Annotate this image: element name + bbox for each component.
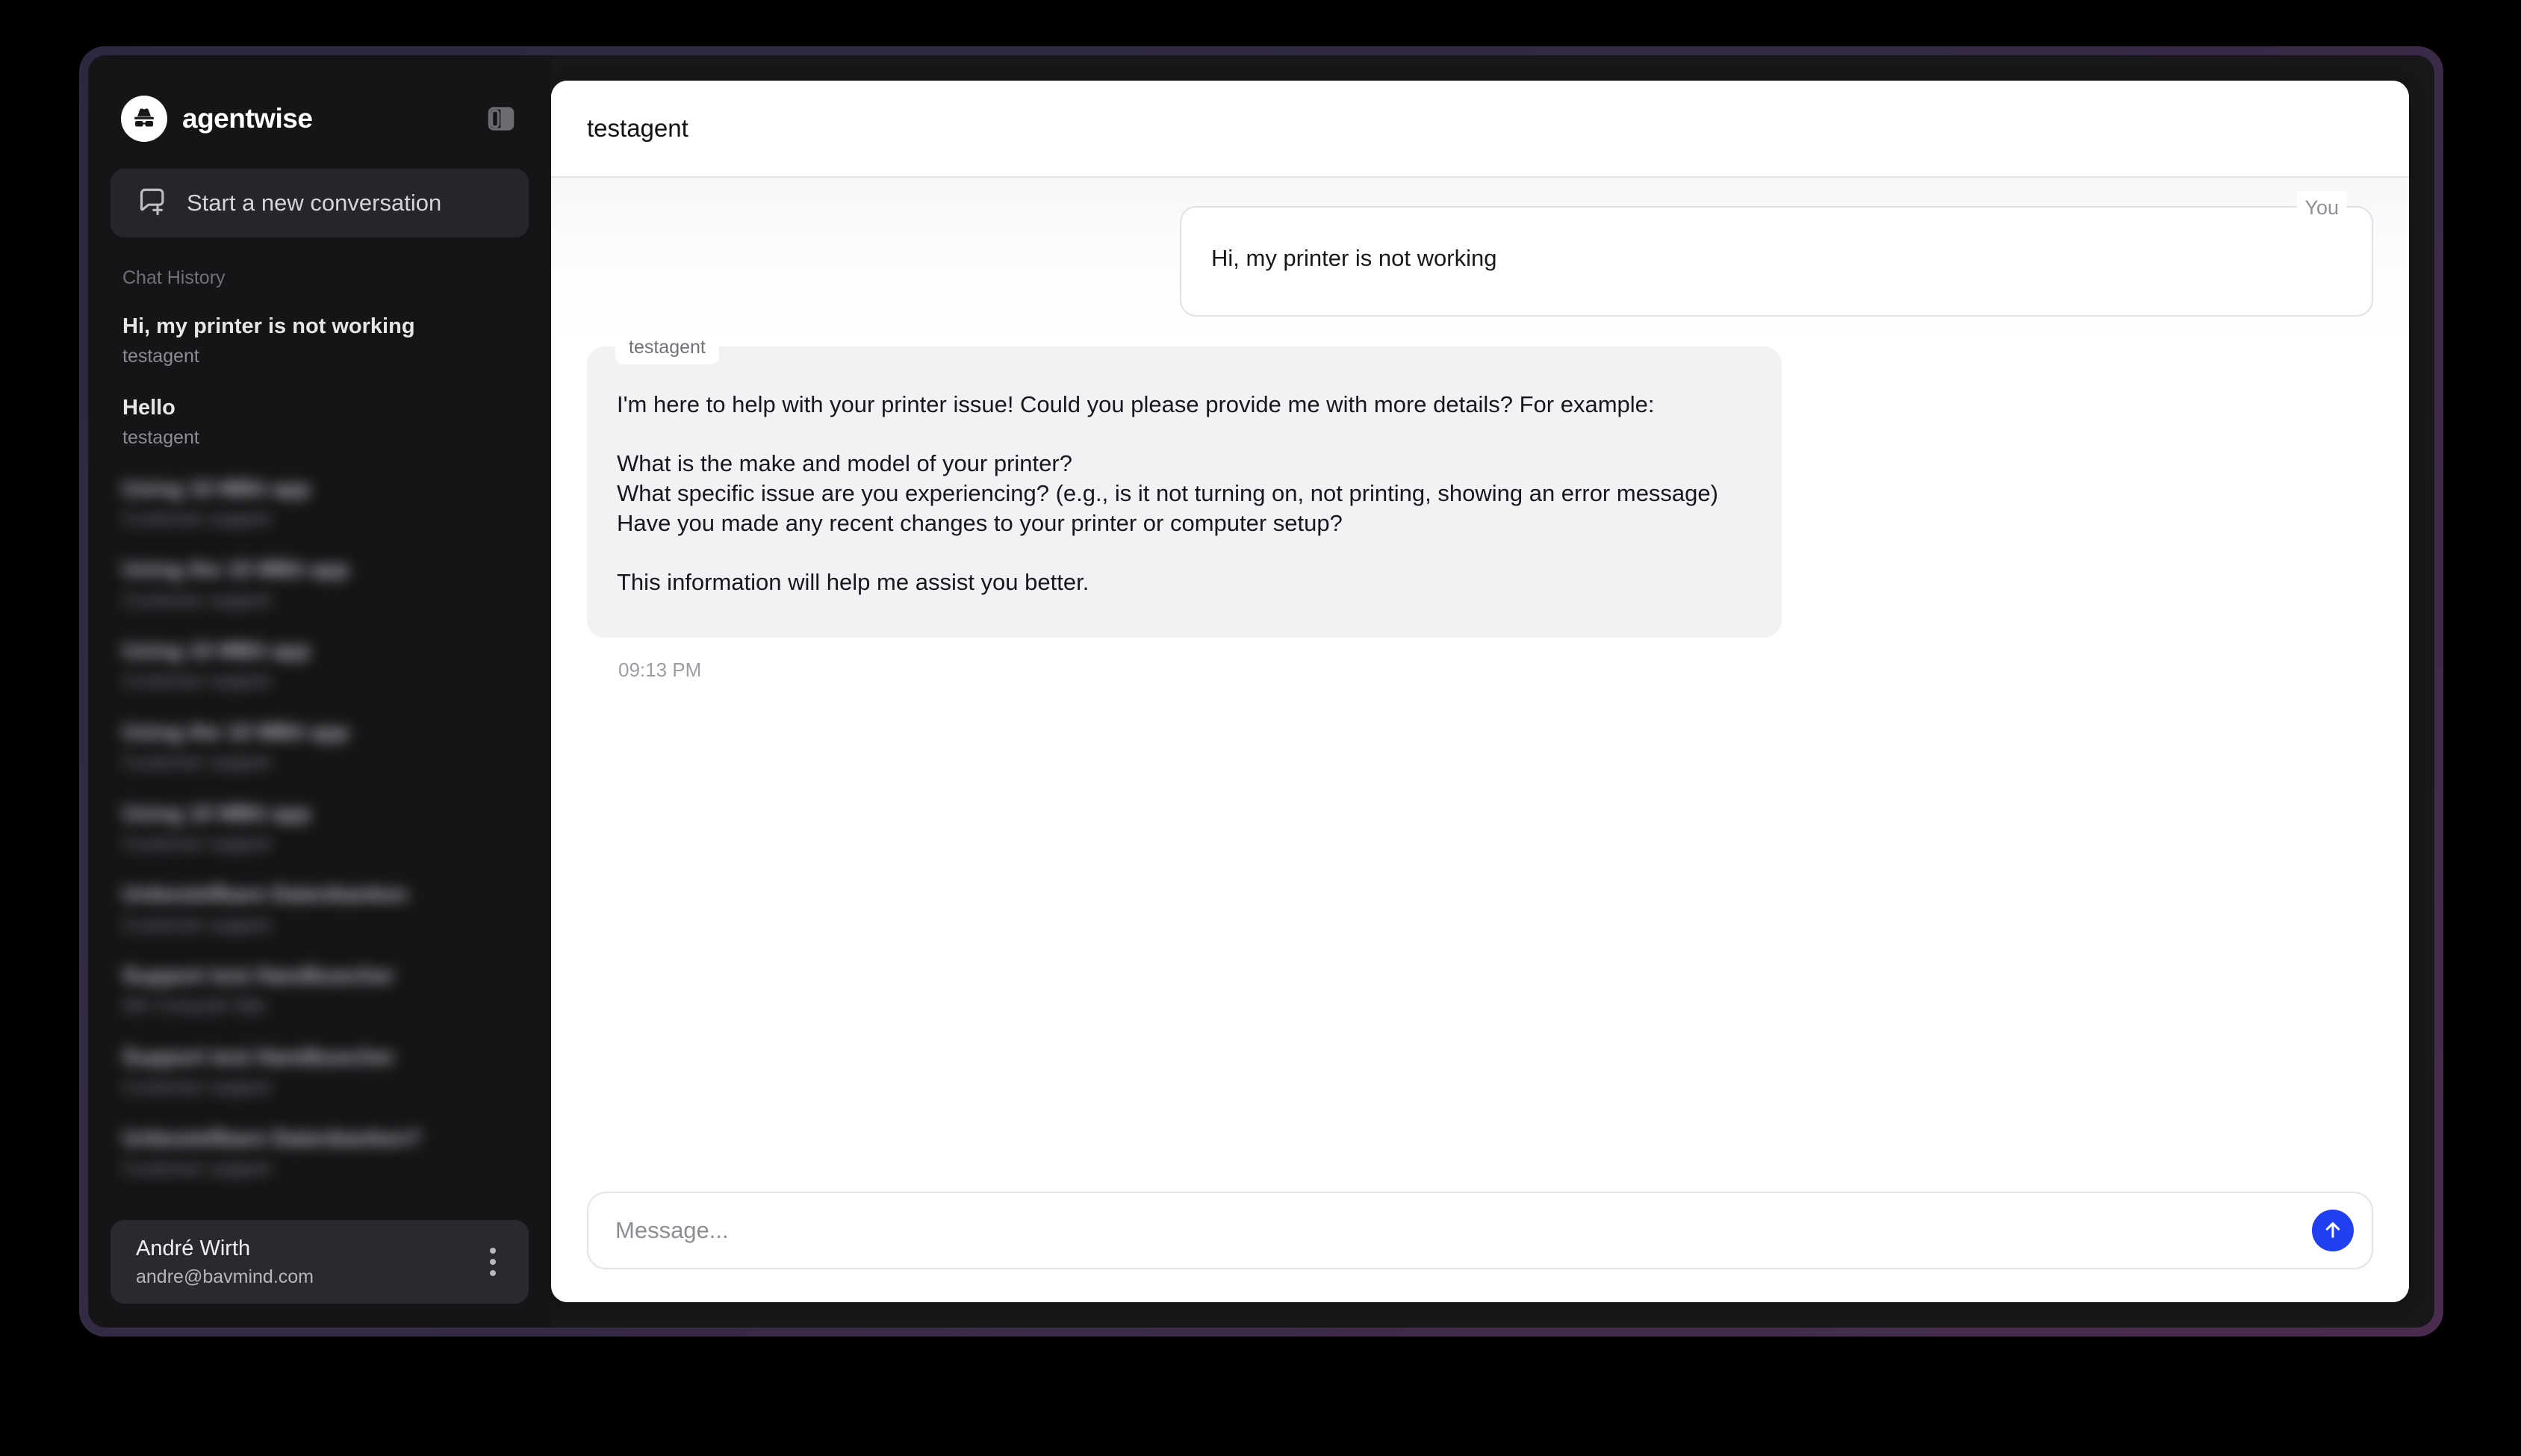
chat-history-item-title: Using the 10 MBit app xyxy=(122,720,349,744)
brand[interactable]: agentwise xyxy=(121,96,313,142)
user-name: André Wirth xyxy=(136,1236,251,1260)
chat-history-item-subtitle: Customer support xyxy=(122,1077,271,1098)
chat-history-item-subtitle: testagent xyxy=(122,346,199,367)
sidebar-header: agentwise xyxy=(88,55,551,164)
app-window-body: agentwise Start a new conversation Chat … xyxy=(88,55,2434,1328)
composer-box[interactable] xyxy=(587,1192,2373,1269)
message-input[interactable] xyxy=(615,1217,2282,1244)
message-list: You Hi, my printer is not working testag… xyxy=(551,178,2409,1175)
sidebar: agentwise Start a new conversation Chat … xyxy=(88,55,551,1328)
chat-history-item-title: Unbestellbare Datenbanken xyxy=(122,883,408,907)
chat-history-item-title: Using 10 MBit app xyxy=(122,801,311,826)
chat-history-item-title: Support test Handbuecher xyxy=(122,1045,395,1069)
agent-message-wrapper: testagent I'm here to help with your pri… xyxy=(587,330,1782,682)
user-profile-card[interactable]: André Wirth andre@bavmind.com xyxy=(111,1220,529,1304)
chat-history-item-title: Support test Handbuecher xyxy=(122,964,395,988)
incognito-avatar-icon xyxy=(121,96,167,142)
kebab-dot xyxy=(490,1259,496,1265)
message-row-agent: testagent I'm here to help with your pri… xyxy=(587,330,2373,682)
user-message-bubble[interactable]: You Hi, my printer is not working xyxy=(1180,191,2373,317)
chat-history-item-title: Hello xyxy=(122,395,175,420)
user-email: andre@bavmind.com xyxy=(136,1266,314,1287)
chat-history-item[interactable]: Using the 10 MBit app Customer support xyxy=(122,709,517,790)
agent-message-bubble[interactable]: testagent I'm here to help with your pri… xyxy=(587,330,1782,638)
chat-history-item-title: Unbestellbare Datenbanken? xyxy=(122,1126,421,1151)
chat-history-item-subtitle: Customer support xyxy=(122,508,271,529)
chat-history-item-subtitle: Customer support xyxy=(122,833,271,854)
agent-message-text: I'm here to help with your printer issue… xyxy=(617,391,1718,596)
brand-name: agentwise xyxy=(182,103,313,134)
chat-history-item-title: Using 10 MBit app xyxy=(122,476,311,501)
chat-history-item-subtitle: Wir Crewzeit Site xyxy=(122,995,266,1017)
composer xyxy=(551,1175,2409,1302)
chat-history-item-title: Using 10 MBit app xyxy=(122,639,311,663)
chat-history-item[interactable]: Support test Handbuecher Customer support xyxy=(122,1033,517,1115)
chat-history-item[interactable]: Unbestellbare Datenbanken Customer suppor… xyxy=(122,871,517,952)
desktop-backdrop: agentwise Start a new conversation Chat … xyxy=(0,0,2521,1456)
message-row-user: You Hi, my printer is not working xyxy=(587,191,2373,317)
chat-history-item-subtitle: Customer support xyxy=(122,589,271,611)
user-message-author: You xyxy=(2297,191,2346,224)
kebab-menu-icon[interactable] xyxy=(482,1240,503,1284)
user-profile-text: André Wirth andre@bavmind.com xyxy=(136,1235,314,1289)
message-square-plus-icon xyxy=(136,186,167,221)
chat-history-item[interactable]: Hello testagent xyxy=(122,384,517,465)
chat-history-item-subtitle: testagent xyxy=(122,427,199,448)
chat-history-item[interactable]: Using the 10 MBit app Customer support xyxy=(122,546,517,627)
chat-history-item[interactable]: Unbestellbare Datenbanken? Customer suppo… xyxy=(122,1115,517,1196)
start-new-conversation-button[interactable]: Start a new conversation xyxy=(111,169,529,237)
chat-history-item-title: Hi, my printer is not working xyxy=(122,314,415,338)
arrow-up-icon xyxy=(2321,1218,2345,1244)
chat-panel: testagent You Hi, my printer is not work… xyxy=(551,81,2409,1302)
sidebar-panel-toggle-icon[interactable] xyxy=(484,102,518,136)
chat-history-item-subtitle: Customer support xyxy=(122,671,271,692)
chat-history-item[interactable]: Using 10 MBit app Customer support xyxy=(122,627,517,709)
agent-message-author: testagent xyxy=(615,330,719,364)
chat-history-item-title: Using the 10 MBit app xyxy=(122,558,349,582)
agent-message-timestamp: 09:13 PM xyxy=(618,658,702,681)
chat-history-item[interactable]: Using 10 MBit app Customer support xyxy=(122,465,517,547)
send-button[interactable] xyxy=(2312,1210,2354,1251)
chat-history-heading: Chat History xyxy=(122,267,226,288)
chat-header: testagent xyxy=(551,81,2409,178)
app-window-frame: agentwise Start a new conversation Chat … xyxy=(79,46,2443,1337)
chat-history-item[interactable]: Support test Handbuecher Wir Crewzeit Sit… xyxy=(122,952,517,1033)
chat-history-item-subtitle: Customer support xyxy=(122,1157,271,1179)
kebab-dot xyxy=(490,1248,496,1254)
chat-history-item-subtitle: Customer support xyxy=(122,752,271,773)
chat-history-item[interactable]: Hi, my printer is not working testagent xyxy=(122,302,517,384)
start-new-conversation-label: Start a new conversation xyxy=(187,190,442,216)
kebab-dot xyxy=(490,1270,496,1276)
chat-title: testagent xyxy=(587,114,688,142)
user-message-text: Hi, my printer is not working xyxy=(1211,245,1497,271)
chat-history-item-subtitle: Customer support xyxy=(122,914,271,936)
chat-history-item[interactable]: Using 10 MBit app Customer support xyxy=(122,790,517,871)
chat-history-list[interactable]: Hi, my printer is not working testagent He… xyxy=(88,292,551,1220)
